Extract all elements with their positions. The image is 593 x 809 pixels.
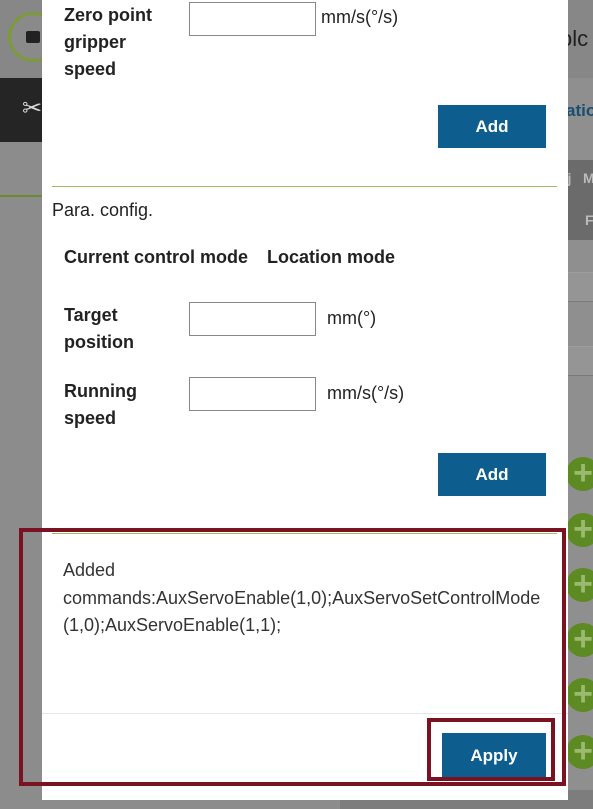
- add-circle-icon: +: [566, 677, 593, 712]
- label-line: gripper: [64, 32, 127, 52]
- zero-point-speed-label: Zero point gripper speed: [64, 2, 152, 83]
- scissors-icon: ✂: [22, 95, 43, 122]
- target-position-label: Target position: [64, 302, 134, 356]
- add-zero-point-speed-button[interactable]: Add: [438, 105, 546, 148]
- table-header-cell: M: [583, 170, 593, 186]
- running-speed-input[interactable]: [189, 377, 316, 411]
- label-line: Target: [64, 305, 118, 325]
- label-line: Zero point: [64, 5, 152, 25]
- add-circle-icon: +: [566, 456, 593, 491]
- added-commands-text: Added commands:AuxServoEnable(1,0);AuxSe…: [63, 557, 545, 640]
- label-line: position: [64, 332, 134, 352]
- add-circle-icon: +: [566, 512, 593, 547]
- panel-partial-label: atio: [566, 101, 593, 120]
- current-control-mode-value: Location mode: [267, 247, 396, 267]
- added-commands-heading: Added: [63, 560, 116, 580]
- zero-point-speed-input[interactable]: [189, 2, 316, 36]
- table-header-cell: F: [585, 212, 593, 228]
- zero-point-speed-unit: mm/s(°/s): [321, 7, 399, 27]
- label-line: Running: [64, 381, 137, 401]
- para-config-title: Para. config.: [52, 200, 154, 220]
- running-speed-unit: mm/s(°/s): [327, 383, 405, 403]
- target-position-unit: mm(°): [327, 308, 377, 328]
- nav-divider: [0, 195, 42, 197]
- label-line: speed: [64, 59, 117, 79]
- section-divider: [52, 186, 557, 187]
- add-para-config-button[interactable]: Add: [438, 453, 546, 496]
- label-line: speed: [64, 408, 117, 428]
- add-circle-icon: +: [566, 622, 593, 657]
- added-commands-list: commands:AuxServoEnable(1,0);AuxServoSet…: [63, 587, 541, 636]
- footer-divider: [42, 713, 568, 714]
- section-divider: [52, 533, 557, 534]
- apply-button[interactable]: Apply: [442, 733, 546, 778]
- target-position-input[interactable]: [189, 302, 316, 336]
- add-circle-icon: +: [566, 734, 593, 769]
- aux-servo-config-modal: Zero point gripper speed mm/s(°/s) Add P…: [42, 0, 568, 800]
- logo-mark-icon: [26, 31, 40, 43]
- running-speed-label: Running speed: [64, 378, 137, 432]
- add-circle-icon: +: [566, 567, 593, 602]
- current-control-mode-label: Current control mode: [64, 247, 249, 267]
